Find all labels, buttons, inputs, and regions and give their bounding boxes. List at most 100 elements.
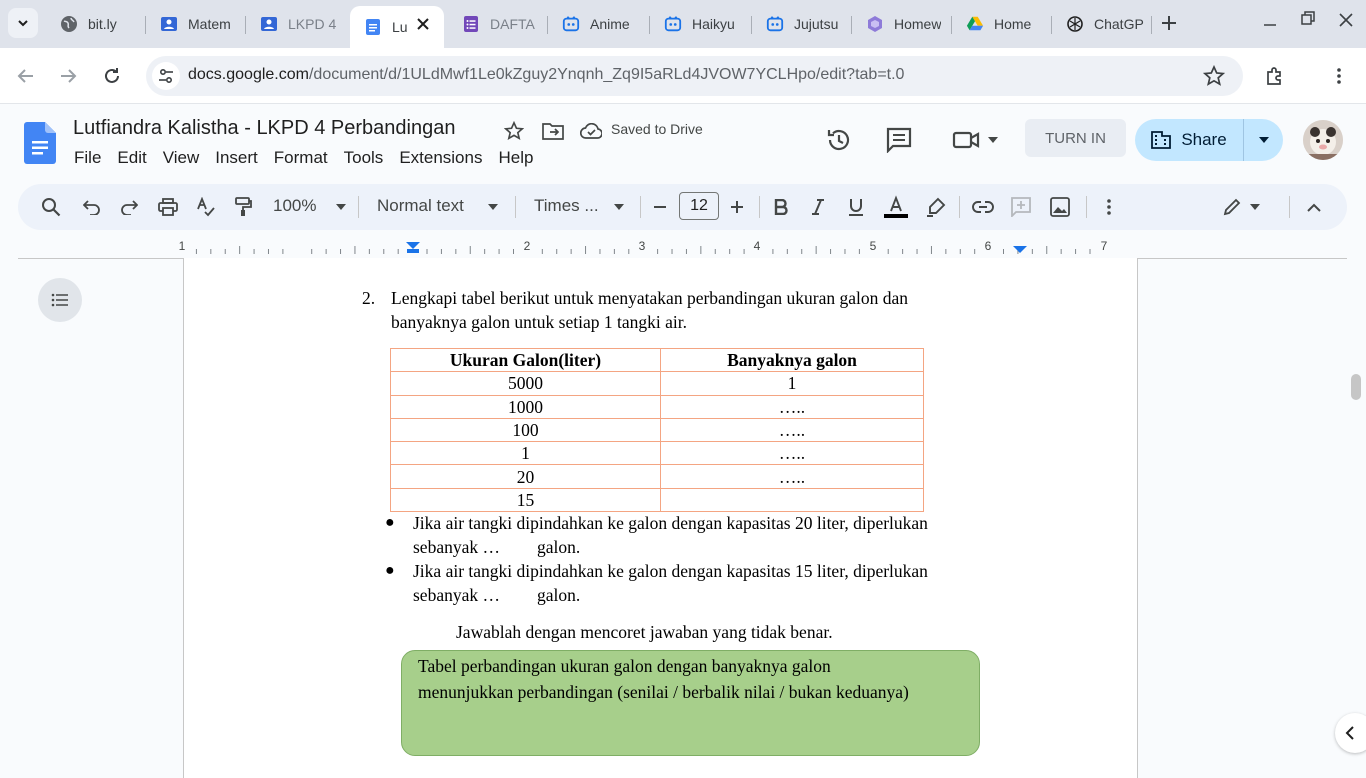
site-info-button[interactable] (152, 62, 180, 90)
tab-haikyu[interactable]: Haikyu (650, 6, 752, 42)
list-icon (51, 293, 68, 307)
text-color-icon[interactable] (883, 194, 909, 220)
tab-matem[interactable]: Matem (146, 6, 246, 42)
tab-jujutsu[interactable]: Jujutsu (752, 6, 852, 42)
close-tab-icon[interactable] (414, 15, 432, 33)
docs-logo-icon[interactable] (24, 122, 56, 164)
menu-extensions[interactable]: Extensions (391, 148, 490, 170)
table-header-cell[interactable]: Banyaknya galon (660, 347, 924, 373)
undo-icon[interactable] (79, 194, 105, 220)
bold-icon[interactable] (768, 194, 794, 220)
avatar[interactable] (1303, 120, 1343, 160)
cloud-done-icon[interactable] (580, 120, 602, 142)
paint-format-icon[interactable] (230, 194, 256, 220)
chevron-left-icon (1345, 726, 1354, 740)
font-select[interactable]: Times ... (534, 196, 599, 216)
extensions-button[interactable] (1261, 62, 1289, 90)
forward-button[interactable] (54, 62, 82, 90)
hide-menus-chevron-up-icon[interactable] (1301, 194, 1327, 220)
font-caret-icon[interactable] (606, 194, 632, 220)
tab-homework[interactable]: Homew (852, 6, 952, 42)
meet-button[interactable] (948, 126, 1002, 154)
style-caret-icon[interactable] (480, 194, 506, 220)
table-cell[interactable]: ….. (660, 441, 924, 466)
reload-button[interactable] (98, 62, 126, 90)
table-cell[interactable]: ….. (660, 394, 924, 419)
zoom-caret-icon[interactable] (328, 194, 354, 220)
forms-icon (462, 15, 480, 33)
table-cell[interactable]: 1 (660, 371, 924, 396)
italic-icon[interactable] (805, 194, 831, 220)
menu-insert[interactable]: Insert (207, 148, 266, 170)
table-cell[interactable]: 100 (390, 417, 661, 443)
paragraph-style-select[interactable]: Normal text (377, 196, 464, 216)
tab-drive-home[interactable]: Home (952, 6, 1052, 42)
menu-view[interactable]: View (155, 148, 208, 170)
table-cell[interactable]: 1000 (390, 394, 661, 419)
star-icon[interactable] (503, 120, 525, 142)
restore-button[interactable] (1296, 6, 1320, 30)
editing-mode-button[interactable] (1217, 194, 1265, 220)
share-button[interactable]: Share (1135, 119, 1244, 161)
zoom-select[interactable]: 100% (273, 196, 316, 216)
font-size-input[interactable]: 12 (679, 192, 719, 220)
tab-search-button[interactable] (8, 8, 38, 38)
browser-menu-button[interactable] (1325, 62, 1353, 90)
table-cell[interactable]: 1 (390, 441, 661, 466)
table-cell[interactable]: 20 (390, 464, 661, 489)
horizontal-ruler[interactable]: 1 2 3 4 5 6 7 (0, 236, 1366, 258)
document-outline-button[interactable] (38, 278, 82, 322)
more-vert-icon[interactable] (1096, 194, 1122, 220)
new-tab-button[interactable] (1158, 12, 1180, 34)
document-page[interactable]: 2. Lengkapi tabel berikut untuk menyatak… (183, 258, 1138, 778)
document-title[interactable]: Lutfiandra Kalistha - LKPD 4 Perbandinga… (73, 117, 455, 140)
redo-icon[interactable] (116, 194, 142, 220)
tab-bitly[interactable]: bit.ly (46, 6, 146, 42)
table-cell[interactable] (660, 487, 924, 513)
classroom-icon (160, 15, 178, 33)
table-header-cell[interactable]: Ukuran Galon(liter) (390, 347, 661, 373)
menu-edit[interactable]: Edit (109, 148, 154, 170)
underline-icon[interactable] (843, 194, 869, 220)
menu-tools[interactable]: Tools (336, 148, 392, 170)
increase-font-size-icon[interactable] (724, 194, 750, 220)
minimize-button[interactable] (1258, 10, 1282, 34)
version-history-icon[interactable] (824, 126, 854, 154)
search-menus-icon[interactable] (38, 194, 64, 220)
bookmark-star-icon[interactable] (1203, 65, 1225, 87)
tab-dafta[interactable]: DAFTA (448, 6, 548, 42)
tab-title: DAFTA (490, 16, 535, 32)
save-status[interactable]: Saved to Drive (611, 121, 703, 137)
first-line-indent-marker[interactable] (407, 249, 419, 253)
tab-active-doc[interactable]: Lu (350, 6, 444, 48)
decrease-font-size-icon[interactable] (647, 194, 673, 220)
table-cell[interactable]: ….. (660, 417, 924, 443)
tab-lkpd4[interactable]: LKPD 4 (246, 6, 346, 42)
tab-chatgpt[interactable]: ChatGP (1052, 6, 1152, 42)
table-cell[interactable]: 15 (390, 487, 661, 513)
menu-file[interactable]: File (66, 148, 109, 170)
table-cell[interactable]: 5000 (390, 371, 661, 396)
address-bar[interactable]: docs.google.com/document/d/1ULdMwf1Le0kZ… (146, 56, 1243, 96)
domain-building-icon (1151, 131, 1172, 149)
insert-image-icon[interactable] (1047, 194, 1073, 220)
tab-anime[interactable]: Anime (548, 6, 650, 42)
share-dropdown-button[interactable] (1244, 119, 1283, 161)
turn-in-button[interactable]: TURN IN (1025, 119, 1126, 157)
print-icon[interactable] (155, 194, 181, 220)
highlight-color-icon[interactable] (923, 194, 949, 220)
table-cell[interactable]: ….. (660, 464, 924, 489)
menu-format[interactable]: Format (266, 148, 336, 170)
comments-icon[interactable] (884, 126, 914, 154)
add-comment-icon[interactable] (1008, 194, 1034, 220)
spellcheck-icon[interactable] (193, 194, 219, 220)
answer-box[interactable]: Tabel perbandingan ukuran galon dengan b… (401, 650, 980, 756)
gallon-table[interactable]: Ukuran Galon(liter) Banyaknya galon 5000… (390, 347, 924, 513)
back-button[interactable] (12, 62, 40, 90)
move-folder-icon[interactable] (542, 120, 564, 142)
close-window-button[interactable] (1334, 8, 1358, 32)
vertical-scrollbar-thumb[interactable] (1351, 374, 1361, 400)
tab-title: Lu (392, 19, 408, 35)
insert-link-icon[interactable] (970, 194, 996, 220)
menu-help[interactable]: Help (490, 148, 541, 170)
